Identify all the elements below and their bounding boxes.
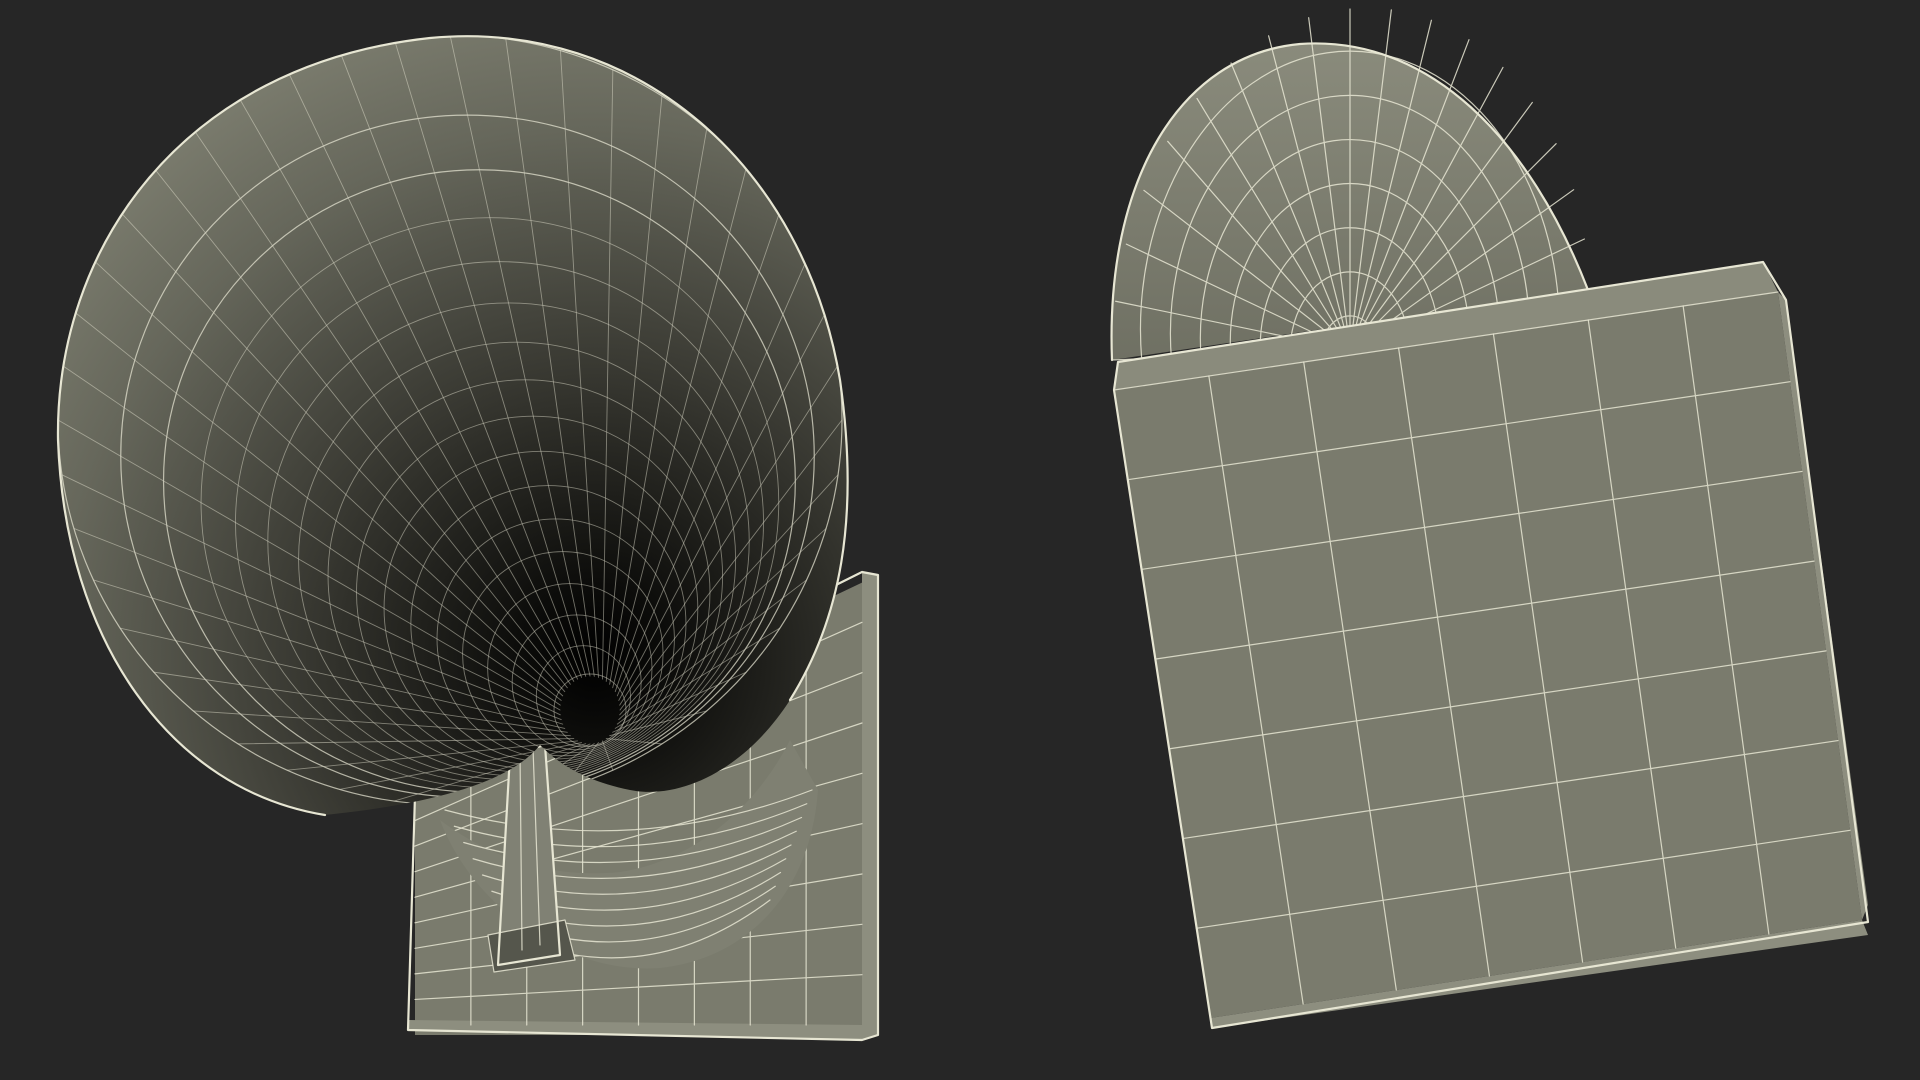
horn-bell — [56, 35, 849, 817]
render-viewport — [56, 8, 1870, 1042]
gramophone-horn-back-view — [1110, 8, 1870, 1030]
back-plate — [1112, 260, 1870, 1030]
gramophone-horn-front-view — [56, 35, 880, 1042]
